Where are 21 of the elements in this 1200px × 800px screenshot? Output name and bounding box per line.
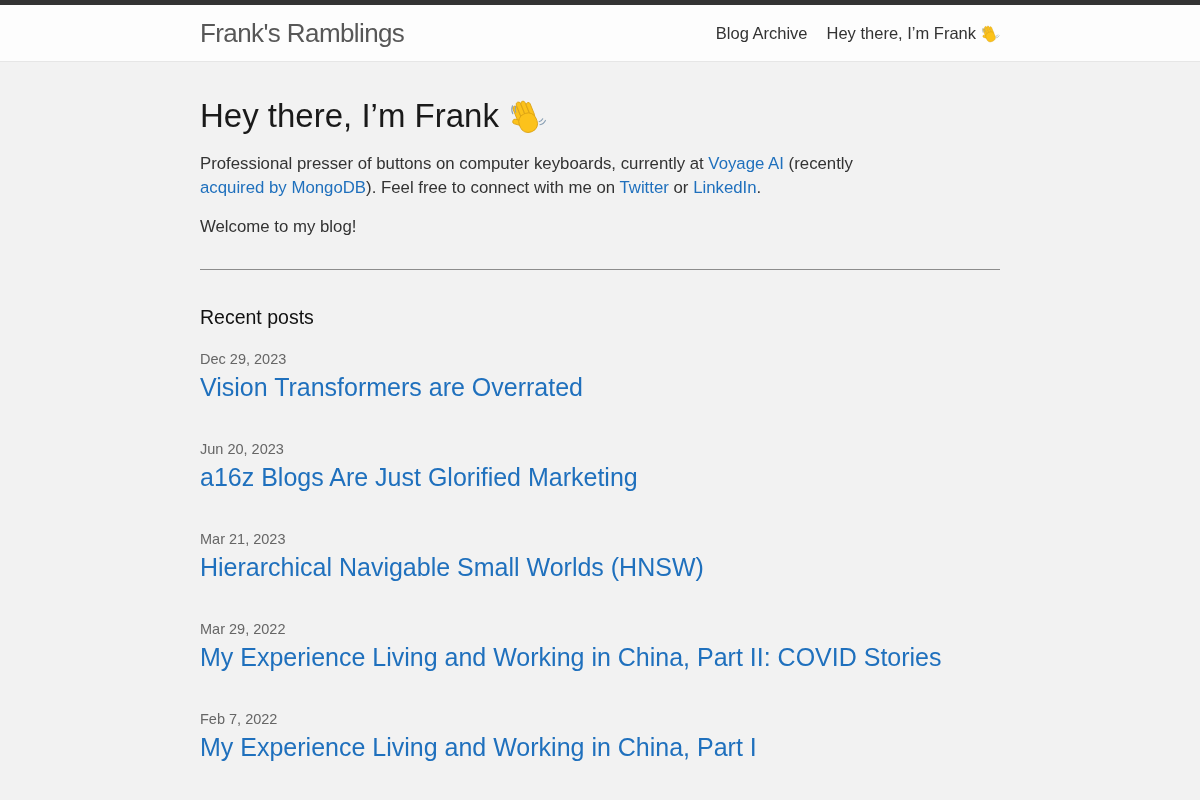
intro-paragraph: Professional presser of buttons on computer keyboards, currently at Voyage AI (recently acquired by MongoDB). Feel free to connect with me on Twitter or LinkedIn.: [200, 153, 854, 200]
inline-link[interactable]: acquired by MongoDB: [200, 178, 367, 198]
section-heading: Recent posts: [200, 305, 315, 331]
site-title-link[interactable]: Frank's Ramblings: [200, 17, 405, 49]
post-title-link[interactable]: My Experience Living and Working in China, Part II: COVID Stories: [200, 641, 942, 674]
post-title-link[interactable]: a16z Blogs Are Just Glorified Marketing: [200, 461, 638, 494]
intro-paragraph: Welcome to my blog!: [200, 216, 358, 239]
post-date: Feb 7, 2022: [200, 710, 278, 730]
post-date: Mar 29, 2022: [200, 620, 286, 640]
post-date: Mar 21, 2023: [200, 530, 286, 550]
post-title-link[interactable]: Hierarchical Navigable Small Worlds (HNSW): [200, 551, 704, 584]
post-date: Dec 29, 2023: [200, 350, 287, 370]
page-heading: Hey there, I’m Frank: [200, 96, 499, 136]
post-title-link[interactable]: Vision Transformers are Overrated: [200, 371, 584, 404]
nav-link[interactable]: Blog Archive: [715, 23, 808, 43]
inline-link[interactable]: Voyage AI: [708, 154, 784, 174]
post-date: Jun 20, 2023: [200, 440, 284, 460]
nav-link[interactable]: Hey there, I’m Frank: [826, 23, 1000, 43]
post-title-link[interactable]: My Experience Living and Working in China, Part I: [200, 731, 757, 764]
inline-link[interactable]: Twitter: [619, 178, 669, 198]
inline-link[interactable]: LinkedIn: [693, 178, 757, 198]
